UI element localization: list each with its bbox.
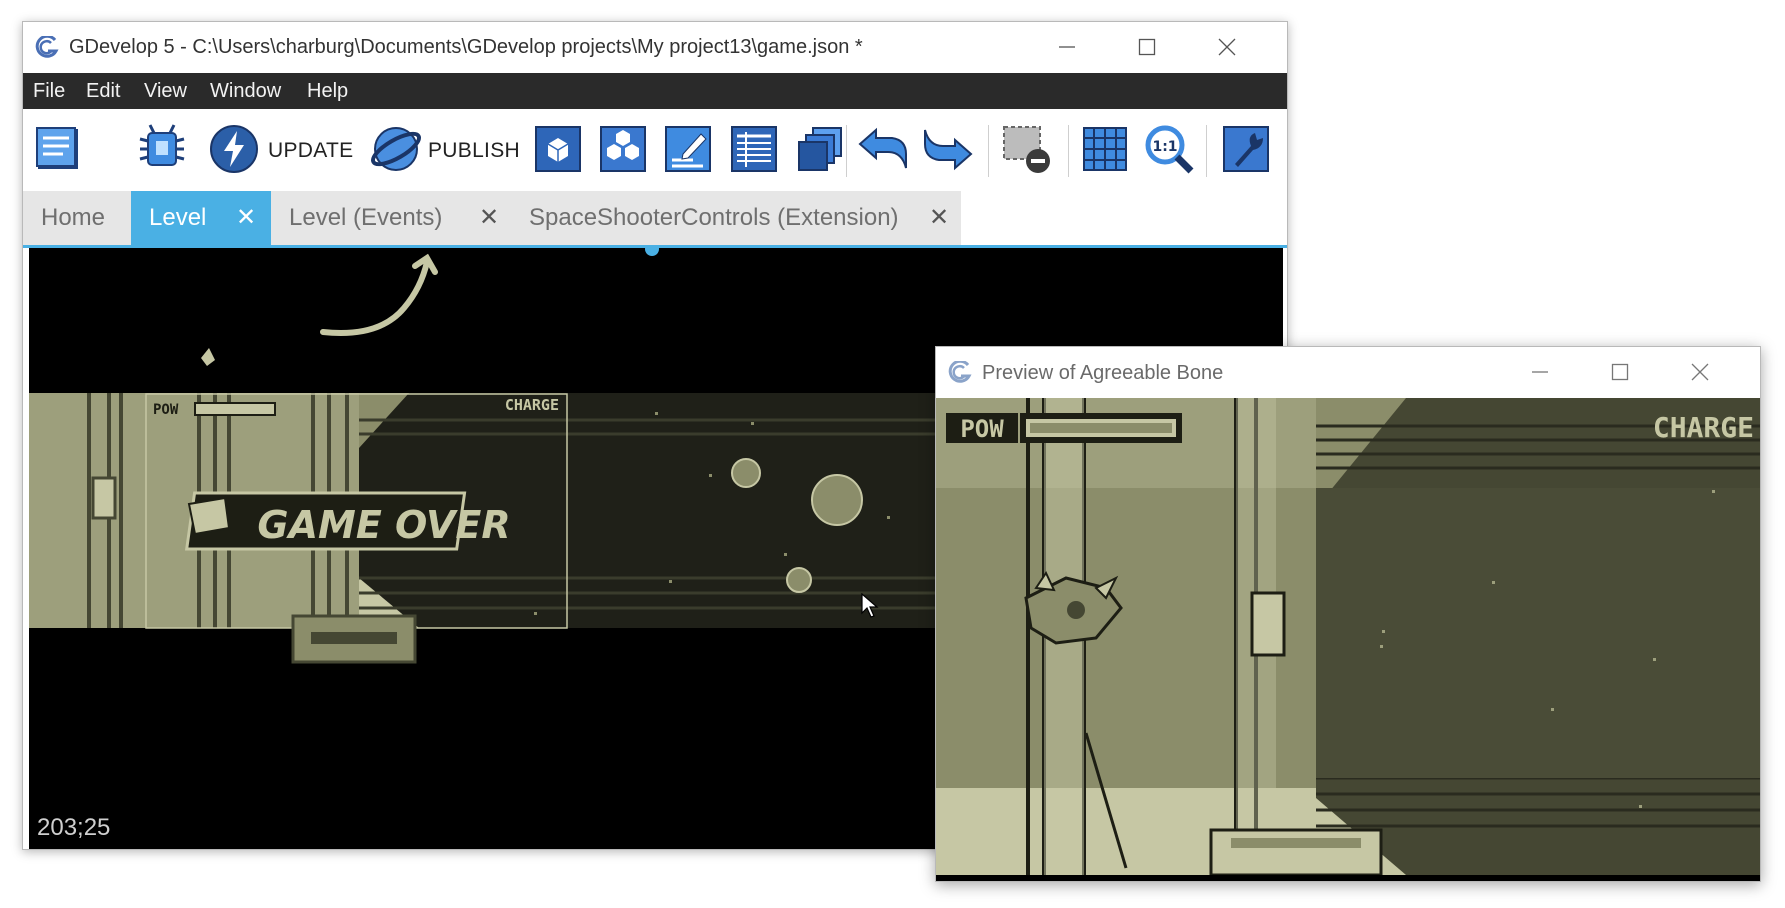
maximize-button[interactable] bbox=[1107, 22, 1187, 72]
menu-file[interactable]: File bbox=[33, 80, 65, 103]
tab-home-label: Home bbox=[41, 204, 106, 231]
preview-title-bar[interactable]: Preview of Agreeable Bone bbox=[936, 347, 1760, 397]
delete-selection-icon bbox=[1003, 126, 1050, 173]
resize-handle-top[interactable] bbox=[645, 248, 659, 256]
minimize-button[interactable] bbox=[1027, 22, 1107, 72]
game-preview-canvas[interactable]: POW CHARGE bbox=[936, 398, 1760, 881]
tab-close-icon[interactable]: ✕ bbox=[236, 203, 256, 232]
preview-minimize-button[interactable] bbox=[1500, 347, 1580, 397]
tab-home[interactable]: Home bbox=[23, 191, 131, 245]
maximize-icon bbox=[1611, 363, 1629, 381]
redo-button[interactable] bbox=[921, 121, 975, 177]
preview-close-button[interactable] bbox=[1660, 347, 1740, 397]
object-icon bbox=[535, 126, 581, 172]
menu-edit[interactable]: Edit bbox=[86, 80, 120, 103]
hud-pow-label: POW bbox=[153, 402, 179, 418]
redo-icon bbox=[924, 129, 973, 171]
asteroid-sprite[interactable] bbox=[731, 458, 761, 488]
grid-icon bbox=[1083, 127, 1127, 171]
console-sprite[interactable] bbox=[1209, 828, 1383, 877]
objects-button[interactable] bbox=[531, 121, 585, 177]
undo-button[interactable] bbox=[856, 121, 910, 177]
instances-list-icon bbox=[731, 126, 777, 172]
tab-level-events-label: Level (Events) bbox=[289, 204, 443, 231]
asteroid-sprite[interactable] bbox=[811, 474, 863, 526]
editor-settings-button[interactable] bbox=[1219, 121, 1273, 177]
tab-extension-label: SpaceShooterControls (Extension) bbox=[529, 204, 899, 231]
arrow-sprite[interactable] bbox=[320, 253, 438, 336]
editor-settings-icon bbox=[1223, 126, 1269, 172]
debugger-button[interactable] bbox=[135, 121, 189, 177]
menu-help[interactable]: Help bbox=[307, 80, 348, 103]
minimize-icon bbox=[1532, 371, 1548, 373]
hud-pow-label: POW bbox=[960, 415, 1004, 443]
window-title: GDevelop 5 - C:\Users\charburg\Documents… bbox=[69, 36, 863, 58]
update-label[interactable]: UPDATE bbox=[268, 139, 353, 163]
tab-close-icon[interactable]: ✕ bbox=[479, 203, 499, 232]
update-button[interactable] bbox=[207, 121, 261, 177]
game-preview-scene: POW CHARGE bbox=[936, 398, 1760, 881]
update-icon bbox=[210, 125, 258, 173]
small-sprite[interactable] bbox=[201, 348, 215, 366]
publish-button[interactable] bbox=[369, 121, 423, 177]
preview-window-title: Preview of Agreeable Bone bbox=[982, 362, 1224, 384]
grid-button[interactable] bbox=[1078, 121, 1132, 177]
tab-close-icon[interactable]: ✕ bbox=[929, 203, 949, 232]
minimize-icon bbox=[1059, 46, 1075, 48]
object-groups-button[interactable] bbox=[596, 121, 650, 177]
menu-view[interactable]: View bbox=[144, 80, 187, 103]
debugger-icon bbox=[139, 124, 185, 166]
asteroid-sprite[interactable] bbox=[786, 567, 812, 593]
editor-tabs: Home Level ✕ Level (Events) ✕ SpaceShoot… bbox=[23, 189, 1287, 245]
properties-icon bbox=[665, 126, 711, 172]
project-manager-button[interactable] bbox=[31, 121, 85, 177]
publish-label[interactable]: PUBLISH bbox=[428, 139, 520, 163]
undo-icon bbox=[858, 127, 907, 169]
toolbar-separator bbox=[988, 125, 989, 177]
tab-level-events[interactable]: Level (Events) ✕ bbox=[271, 191, 511, 245]
menu-window[interactable]: Window bbox=[210, 80, 281, 103]
toolbar-separator bbox=[1068, 125, 1069, 177]
game-over-text: GAME OVER bbox=[257, 503, 510, 547]
tab-level-label: Level bbox=[149, 204, 207, 231]
toolbar-separator bbox=[846, 125, 847, 177]
toolbar: UPDATE PUBLISH 1:1 bbox=[23, 109, 1287, 193]
delete-selection-button[interactable] bbox=[999, 121, 1053, 177]
maximize-icon bbox=[1138, 38, 1156, 56]
cursor-coordinates: 203;25 bbox=[37, 814, 111, 841]
main-title-bar[interactable]: GDevelop 5 - C:\Users\charburg\Documents… bbox=[23, 22, 1287, 72]
project-manager-icon bbox=[36, 127, 78, 169]
layers-icon bbox=[798, 127, 842, 171]
layers-button[interactable] bbox=[793, 121, 847, 177]
preview-maximize-button[interactable] bbox=[1580, 347, 1660, 397]
close-icon bbox=[1218, 38, 1236, 56]
zoom-reset-icon: 1:1 bbox=[1145, 125, 1194, 174]
close-icon bbox=[1691, 363, 1709, 381]
hud-charge-label: CHARGE bbox=[505, 396, 559, 414]
gdevelop-logo-icon bbox=[35, 36, 59, 58]
instances-list-button[interactable] bbox=[727, 121, 781, 177]
gdevelop-logo-icon bbox=[948, 361, 972, 383]
game-over-sprite[interactable]: GAME OVER bbox=[184, 491, 511, 551]
tab-extension[interactable]: SpaceShooterControls (Extension) ✕ bbox=[511, 191, 961, 245]
menu-bar: File Edit View Window Help bbox=[23, 73, 1287, 109]
toolbar-separator bbox=[1206, 125, 1207, 177]
publish-icon bbox=[371, 127, 421, 171]
properties-button[interactable] bbox=[661, 121, 715, 177]
object-groups-icon bbox=[600, 126, 646, 172]
hud-charge-label: CHARGE bbox=[1653, 411, 1754, 444]
preview-window: Preview of Agreeable Bone POW CHARGE bbox=[935, 346, 1761, 882]
close-button[interactable] bbox=[1187, 22, 1267, 72]
mouse-cursor-icon bbox=[861, 593, 879, 618]
svg-text:1:1: 1:1 bbox=[1152, 139, 1177, 155]
tab-level[interactable]: Level ✕ bbox=[131, 191, 271, 245]
zoom-reset-button[interactable]: 1:1 bbox=[1142, 121, 1196, 177]
